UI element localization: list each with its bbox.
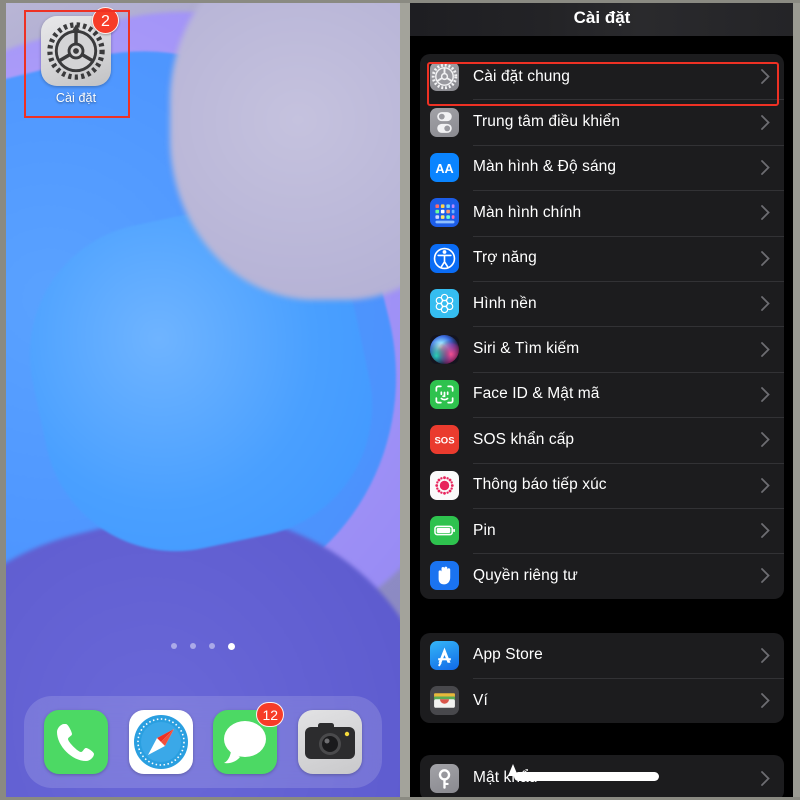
settings-row-face-id[interactable]: Face ID & Mật mã (420, 371, 784, 417)
chevron-right-icon (761, 114, 770, 130)
settings-row-exposure-notifications[interactable]: Thông báo tiếp xúc (420, 462, 784, 508)
svg-text:AA: AA (435, 162, 453, 176)
settings-row-label: Siri & Tìm kiếm (473, 340, 580, 358)
settings-app-tile[interactable]: 2 (41, 7, 119, 86)
app-store-icon (430, 640, 459, 670)
camera-icon (304, 723, 355, 759)
settings-row-label: Face ID & Mật mã (473, 385, 600, 403)
dock-app-safari[interactable] (128, 710, 193, 774)
settings-row-app-store[interactable]: App Store (420, 633, 784, 678)
settings-nav-title: Cài đặt (410, 0, 794, 36)
dock-app-camera[interactable] (297, 710, 362, 774)
messages-badge: 12 (256, 702, 285, 727)
wallpaper (6, 0, 400, 800)
svg-text:SOS: SOS (434, 436, 454, 447)
settings-row-label: Quyền riêng tư (473, 566, 578, 584)
dock: 12 (24, 696, 382, 788)
chevron-right-icon (761, 568, 770, 584)
page-dot-3[interactable] (209, 643, 215, 649)
battery-icon (430, 516, 459, 546)
chevron-right-icon (761, 250, 770, 266)
exposure-dot-icon (430, 470, 459, 500)
settings-row-label: Màn hình chính (473, 203, 582, 221)
chevron-right-icon (761, 477, 770, 493)
page-dot-1[interactable] (171, 643, 177, 649)
frame-edge-top (0, 0, 800, 3)
chevron-right-icon (761, 160, 770, 175)
home-app-settings[interactable]: 2 Cài đặt (37, 7, 119, 105)
chevron-right-icon (761, 647, 770, 663)
gear-icon (430, 62, 459, 92)
siri-orb-icon (430, 334, 459, 364)
settings-row-privacy[interactable]: Quyền riêng tư (420, 553, 784, 598)
settings-row-label: Màn hình & Độ sáng (473, 158, 617, 176)
dock-app-messages[interactable]: 12 (213, 702, 285, 774)
chevron-right-icon (761, 387, 770, 402)
settings-row-label: Pin (473, 521, 496, 539)
settings-row-emergency-sos[interactable]: SOS SOS khẩn cấp (420, 417, 784, 462)
face-id-icon (430, 379, 459, 409)
settings-row-label: SOS khẩn cấp (473, 430, 575, 448)
settings-row-label: Trợ năng (473, 249, 537, 267)
settings-row-wallpaper[interactable]: Hình nền (420, 280, 784, 326)
panel-divider (400, 0, 410, 800)
page-dot-4-active[interactable] (228, 643, 235, 650)
chevron-right-icon (761, 432, 770, 448)
settings-row-control-center[interactable]: Trung tâm điều khiển (420, 99, 784, 144)
screenshot-root: 2 Cài đặt 12 Cài đặt Cài đặt chung Trung… (0, 0, 800, 800)
settings-group-system: Cài đặt chung Trung tâm điều khiển AA Mà… (420, 54, 784, 599)
settings-badge: 2 (92, 7, 119, 34)
dock-app-phone[interactable] (44, 710, 109, 774)
chevron-right-icon (761, 205, 770, 221)
iphone-home-screen: 2 Cài đặt 12 (6, 0, 400, 800)
chevron-right-icon (761, 693, 770, 709)
chevron-right-icon (761, 341, 770, 357)
settings-row-label: Cài đặt chung (473, 67, 570, 85)
chevron-right-icon (761, 69, 770, 85)
key-icon (430, 763, 459, 793)
chevron-right-icon (761, 770, 770, 786)
home-indicator-bar (514, 772, 659, 781)
toggles-icon (430, 107, 459, 137)
settings-row-label: App Store (473, 646, 543, 664)
settings-app-label: Cài đặt (55, 91, 97, 105)
hand-raised-icon (430, 561, 459, 591)
page-indicator-dots[interactable] (6, 643, 400, 650)
settings-group-store: App Store Ví (420, 632, 784, 724)
settings-row-general[interactable]: Cài đặt chung (420, 54, 784, 99)
settings-row-accessibility[interactable]: Trợ năng (420, 235, 784, 281)
settings-panel: Cài đặt Cài đặt chung Trung tâm điều khi… (410, 0, 794, 800)
chevron-right-icon (761, 523, 770, 538)
settings-row-label: Thông báo tiếp xúc (473, 476, 607, 494)
settings-row-label: Hình nền (473, 294, 537, 312)
chevron-right-icon (761, 296, 770, 312)
wallpaper-flower-icon (430, 289, 459, 319)
sos-icon: SOS (430, 425, 459, 455)
page-dot-2[interactable] (190, 643, 196, 649)
compass-icon (133, 715, 188, 769)
phone-icon (57, 724, 95, 761)
settings-row-wallet[interactable]: Ví (420, 678, 784, 723)
app-grid-icon (430, 198, 459, 228)
wallet-icon (430, 686, 459, 716)
accessibility-icon (430, 243, 459, 273)
settings-row-label: Ví (473, 691, 488, 709)
frame-edge-right (793, 0, 800, 800)
settings-row-battery[interactable]: Pin (420, 507, 784, 553)
settings-row-display-brightness[interactable]: AA Màn hình & Độ sáng (420, 144, 784, 190)
aa-text-icon: AA (430, 152, 459, 182)
settings-row-home-screen[interactable]: Màn hình chính (420, 190, 784, 235)
frame-edge-left (0, 0, 6, 800)
settings-row-label: Trung tâm điều khiển (473, 113, 621, 131)
settings-row-siri-search[interactable]: Siri & Tìm kiếm (420, 326, 784, 371)
